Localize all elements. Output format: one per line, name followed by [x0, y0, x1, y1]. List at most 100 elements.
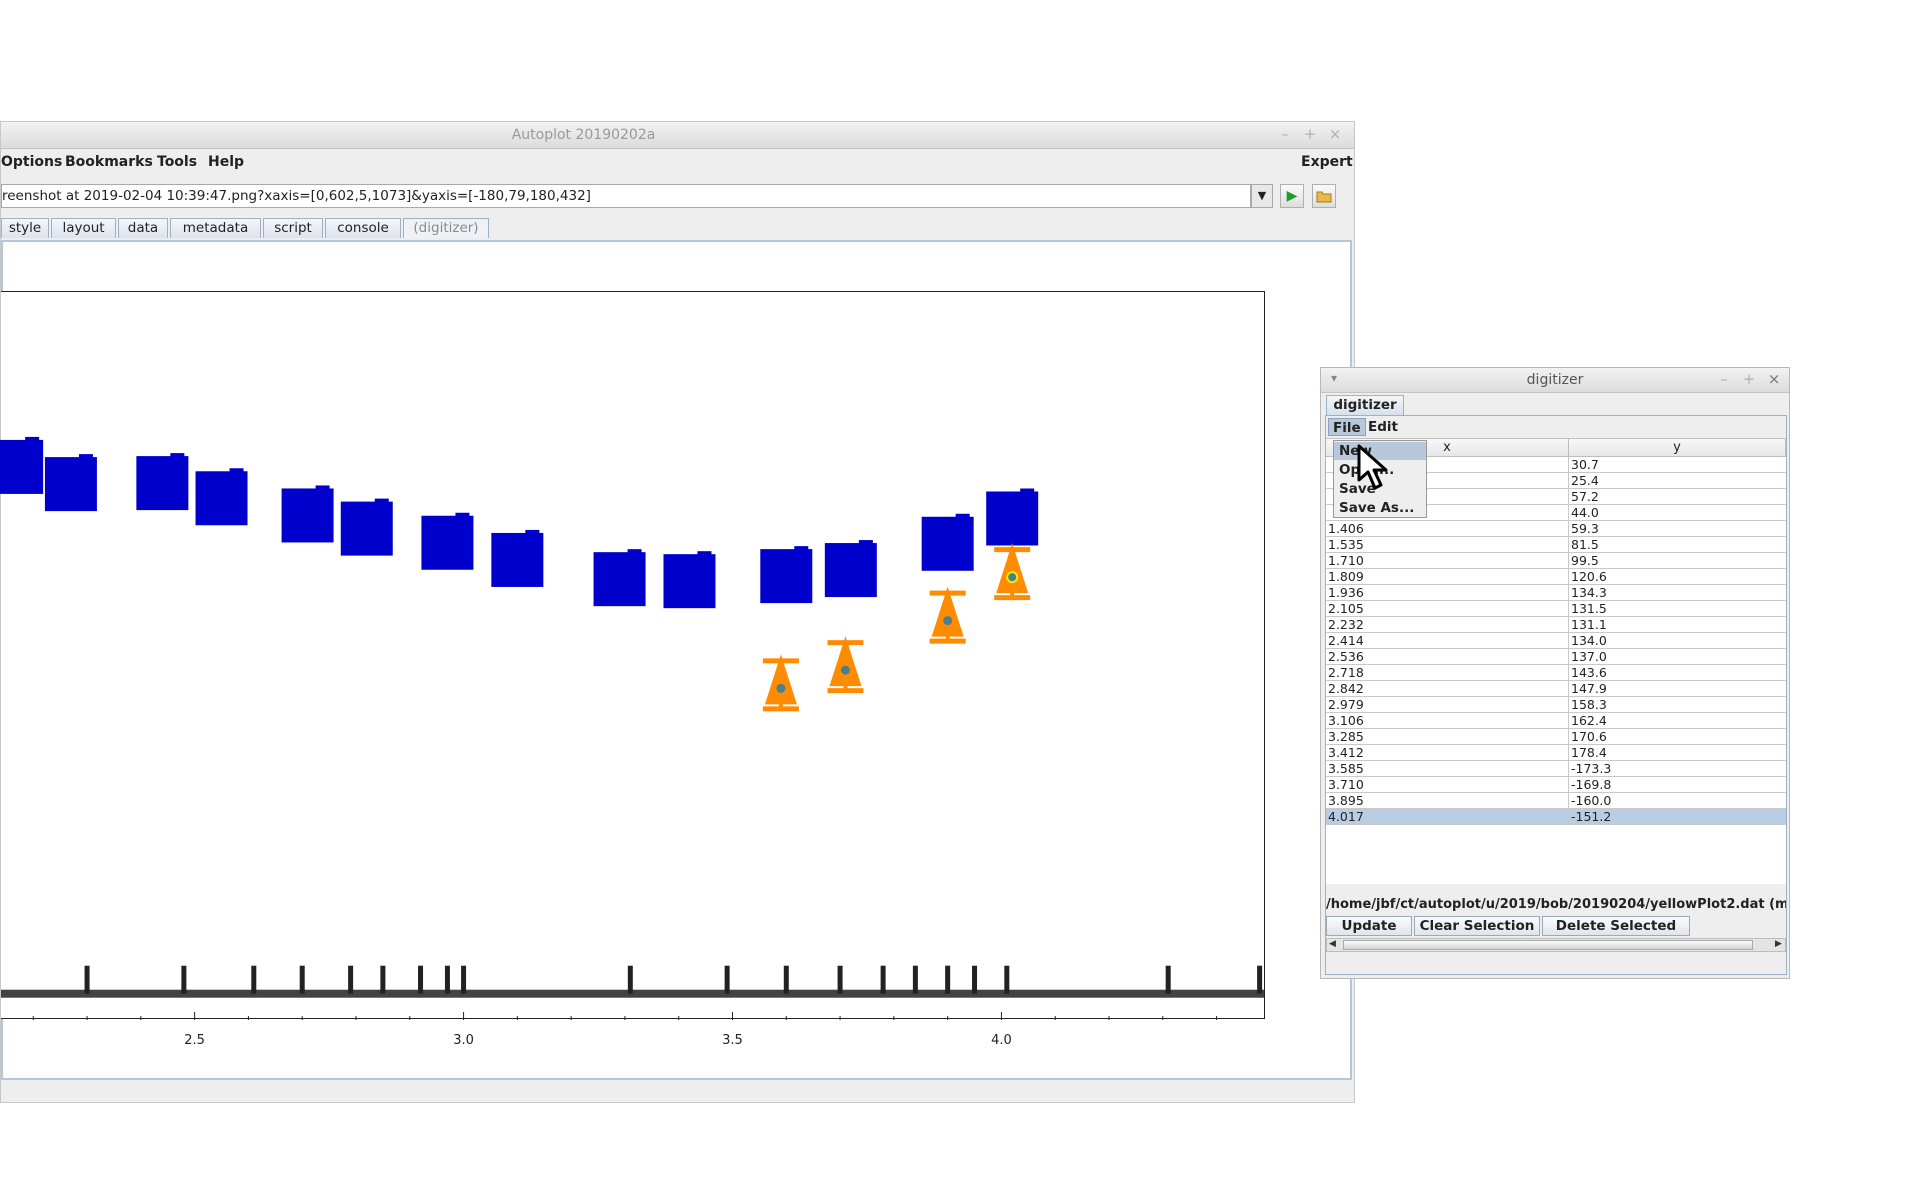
- cell-x[interactable]: 2.979: [1328, 697, 1568, 712]
- baseline-spike: [783, 965, 789, 994]
- cell-y[interactable]: 81.5: [1571, 537, 1781, 552]
- cell-y[interactable]: -160.0: [1571, 793, 1781, 808]
- cell-x[interactable]: 3.106: [1328, 713, 1568, 728]
- cell-x[interactable]: 1.535: [1328, 537, 1568, 552]
- tab-metadata[interactable]: metadata: [170, 218, 261, 238]
- cell-y[interactable]: 59.3: [1571, 521, 1781, 536]
- tab-digitizer-panel[interactable]: digitizer: [1326, 395, 1404, 415]
- cell-y[interactable]: 120.6: [1571, 569, 1781, 584]
- cell-x[interactable]: 1.406: [1328, 521, 1568, 536]
- menu-tools[interactable]: Tools: [157, 154, 197, 170]
- menu-options[interactable]: Options: [1, 154, 62, 170]
- cell-y[interactable]: 44.0: [1571, 505, 1781, 520]
- cell-y[interactable]: 25.4: [1571, 473, 1781, 488]
- table-row[interactable]: 2.842 147.9: [1326, 681, 1786, 697]
- cell-x[interactable]: 2.536: [1328, 649, 1568, 664]
- cell-y[interactable]: 134.3: [1571, 585, 1781, 600]
- table-row[interactable]: 3.106 162.4: [1326, 713, 1786, 729]
- maximize-button[interactable]: +: [1302, 126, 1318, 142]
- tab-digitizer[interactable]: (digitizer): [403, 218, 489, 238]
- table-row[interactable]: 1.710 99.5: [1326, 553, 1786, 569]
- cell-y[interactable]: 147.9: [1571, 681, 1781, 696]
- cell-y[interactable]: -151.2: [1571, 809, 1781, 824]
- table-row[interactable]: 2.105 131.5: [1326, 601, 1786, 617]
- minimize-button[interactable]: –: [1716, 371, 1732, 387]
- table-row[interactable]: 3.412 178.4: [1326, 745, 1786, 761]
- table-row[interactable]: 3.585 -173.3: [1326, 761, 1786, 777]
- scroll-right-icon[interactable]: ▶: [1775, 939, 1782, 949]
- cell-x[interactable]: 2.414: [1328, 633, 1568, 648]
- cell-y[interactable]: 158.3: [1571, 697, 1781, 712]
- table-row[interactable]: 1.809 120.6: [1326, 569, 1786, 585]
- url-input[interactable]: reenshot at 2019-02-04 10:39:47.png?xaxi…: [1, 184, 1251, 208]
- table-row[interactable]: 2.536 137.0: [1326, 649, 1786, 665]
- cell-x[interactable]: 2.718: [1328, 665, 1568, 680]
- cell-x[interactable]: 2.105: [1328, 601, 1568, 616]
- cell-x[interactable]: 3.285: [1328, 729, 1568, 744]
- tab-script[interactable]: script: [263, 218, 323, 238]
- table-row[interactable]: 3.710 -169.8: [1326, 777, 1786, 793]
- table-row[interactable]: 1.535 81.5: [1326, 537, 1786, 553]
- cell-y[interactable]: -173.3: [1571, 761, 1781, 776]
- cell-x[interactable]: 1.809: [1328, 569, 1568, 584]
- delete-selected-button[interactable]: Delete Selected: [1542, 916, 1690, 936]
- cell-y[interactable]: 170.6: [1571, 729, 1781, 744]
- cell-x[interactable]: 2.842: [1328, 681, 1568, 696]
- cell-x[interactable]: 3.412: [1328, 745, 1568, 760]
- maximize-button[interactable]: +: [1741, 371, 1757, 387]
- cell-y[interactable]: 143.6: [1571, 665, 1781, 680]
- expert-mode-label[interactable]: Expert: [1301, 154, 1353, 170]
- cell-y[interactable]: 178.4: [1571, 745, 1781, 760]
- close-button[interactable]: ×: [1766, 371, 1782, 387]
- table-row[interactable]: 1.406 59.3: [1326, 521, 1786, 537]
- table-row[interactable]: 2.979 158.3: [1326, 697, 1786, 713]
- table-row[interactable]: 4.017 -151.2: [1326, 809, 1786, 825]
- clear-selection-button[interactable]: Clear Selection: [1414, 916, 1540, 936]
- cell-x[interactable]: 1.710: [1328, 553, 1568, 568]
- table-row[interactable]: 3.285 170.6: [1326, 729, 1786, 745]
- scroll-left-icon[interactable]: ◀: [1329, 939, 1336, 949]
- menu-file[interactable]: File: [1328, 418, 1366, 436]
- scrollbar-thumb[interactable]: [1343, 940, 1753, 950]
- tab-data[interactable]: data: [118, 218, 168, 238]
- cell-y[interactable]: 137.0: [1571, 649, 1781, 664]
- cell-y[interactable]: 57.2: [1571, 489, 1781, 504]
- minimize-button[interactable]: –: [1277, 126, 1293, 142]
- folder-icon[interactable]: [1312, 184, 1336, 208]
- cell-x[interactable]: 2.232: [1328, 617, 1568, 632]
- menu-help[interactable]: Help: [208, 154, 244, 170]
- cell-x[interactable]: 3.710: [1328, 777, 1568, 792]
- close-button[interactable]: ×: [1327, 126, 1343, 142]
- menu-item-save-as[interactable]: Save As...: [1334, 499, 1426, 517]
- cell-x[interactable]: 3.895: [1328, 793, 1568, 808]
- cell-y[interactable]: 131.1: [1571, 617, 1781, 632]
- play-icon[interactable]: ▶: [1280, 184, 1304, 208]
- menu-bookmarks[interactable]: Bookmarks: [65, 154, 153, 170]
- table-row[interactable]: 1.936 134.3: [1326, 585, 1786, 601]
- cell-x[interactable]: 1.936: [1328, 585, 1568, 600]
- tab-layout[interactable]: layout: [51, 218, 116, 238]
- cell-y[interactable]: 131.5: [1571, 601, 1781, 616]
- table-row[interactable]: 2.414 134.0: [1326, 633, 1786, 649]
- table-row[interactable]: 2.718 143.6: [1326, 665, 1786, 681]
- update-button[interactable]: Update: [1326, 916, 1412, 936]
- cell-y[interactable]: 134.0: [1571, 633, 1781, 648]
- plot-area[interactable]: 2.5 3.0 3.5 4.0: [0, 291, 1265, 1048]
- tab-console[interactable]: console: [325, 218, 401, 238]
- tab-style[interactable]: style: [1, 218, 49, 238]
- column-divider: [1568, 681, 1569, 697]
- table-row[interactable]: 2.232 131.1: [1326, 617, 1786, 633]
- horizontal-scrollbar[interactable]: ◀ ▶: [1326, 938, 1786, 952]
- table-row[interactable]: 3.895 -160.0: [1326, 793, 1786, 809]
- cell-y[interactable]: -169.8: [1571, 777, 1781, 792]
- chevron-down-icon[interactable]: ▼: [1251, 184, 1273, 208]
- cell-y[interactable]: 99.5: [1571, 553, 1781, 568]
- menu-edit[interactable]: Edit: [1364, 418, 1402, 436]
- main-titlebar[interactable]: Autoplot 20190202a – + ×: [1, 122, 1354, 149]
- cell-y[interactable]: 162.4: [1571, 713, 1781, 728]
- digitizer-titlebar[interactable]: ▾ digitizer – + ×: [1321, 368, 1789, 393]
- cell-x[interactable]: 4.017: [1328, 809, 1568, 824]
- cell-y[interactable]: 30.7: [1571, 457, 1781, 472]
- cell-x[interactable]: 3.585: [1328, 761, 1568, 776]
- column-header-y[interactable]: y: [1569, 439, 1786, 456]
